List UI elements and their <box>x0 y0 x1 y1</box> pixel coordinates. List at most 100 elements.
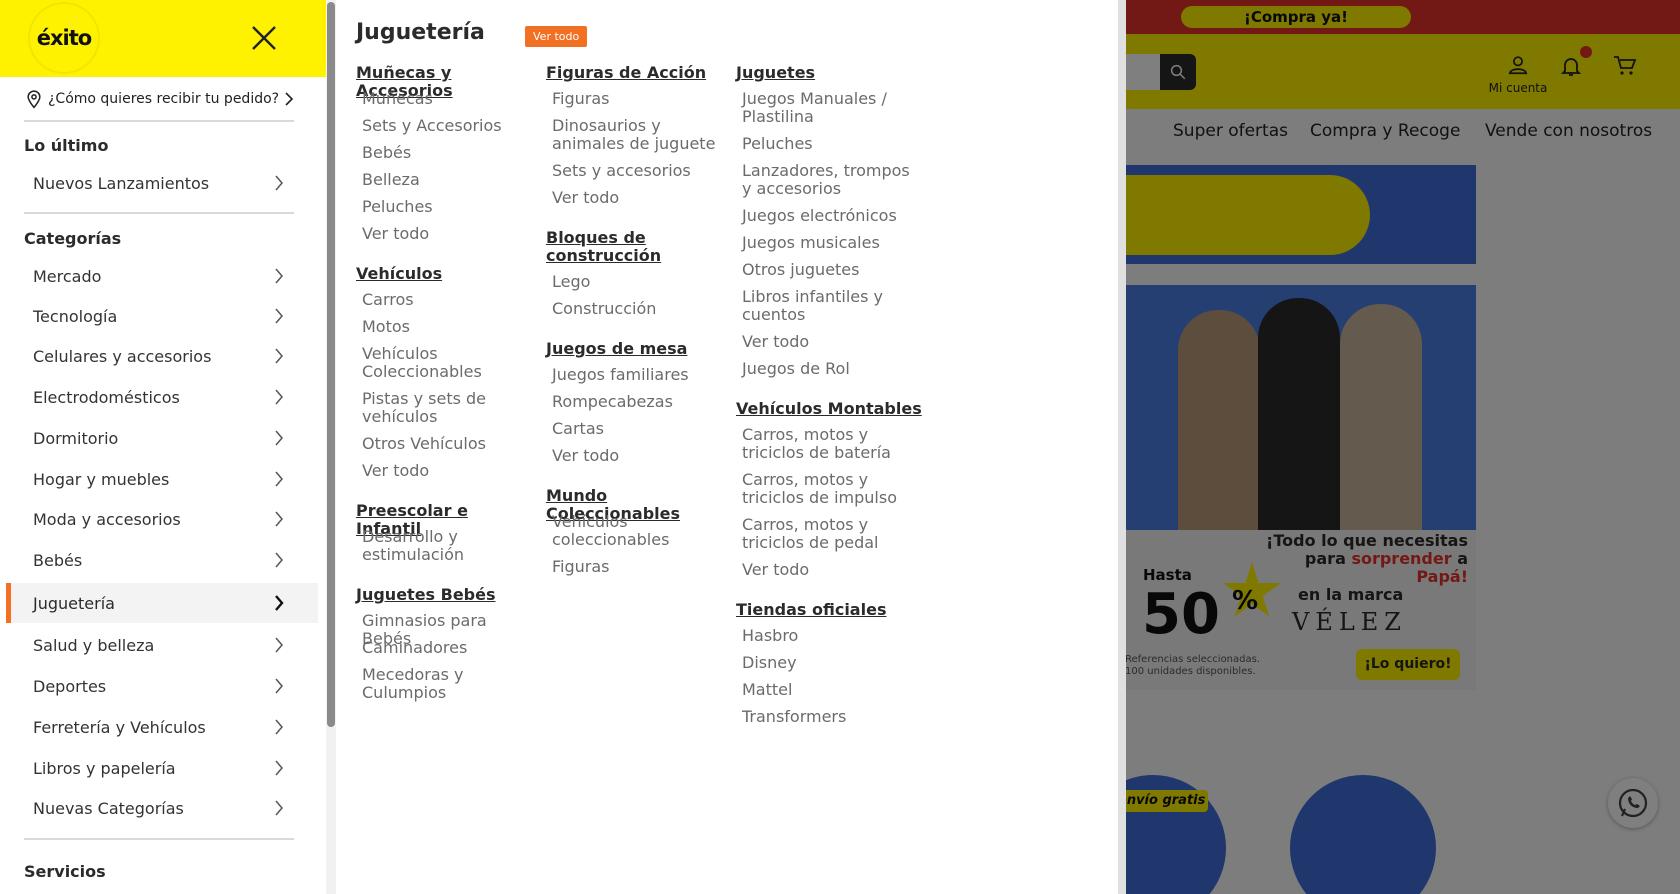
mega-subcategory-link[interactable]: Lanzadores, trompos y accesorios <box>742 162 911 198</box>
mega-subcategory-link[interactable]: Ver todo <box>362 225 531 243</box>
mega-subcategory-link[interactable]: Caminadores <box>362 639 531 657</box>
mega-subcategory-link[interactable]: Peluches <box>362 198 531 216</box>
mega-subcategory-link[interactable]: Juegos familiares <box>552 366 721 384</box>
sidebar-item-category[interactable]: Celulares y accesorios <box>6 336 318 376</box>
mega-subcategory-link[interactable]: Juegos de Rol <box>742 360 911 378</box>
sidebar-item-category[interactable]: Bebés <box>6 540 318 580</box>
sidebar-item-category[interactable]: Hogar y muebles <box>6 459 318 499</box>
mega-subcategory-link[interactable]: Cartas <box>552 420 721 438</box>
mega-subcategory-link[interactable]: Motos <box>362 318 531 336</box>
mega-subcategory-link[interactable]: Otros Vehículos <box>362 435 531 453</box>
mega-subcategory-link[interactable]: Peluches <box>742 135 911 153</box>
active-indicator <box>6 583 11 623</box>
mega-category-heading[interactable]: Vehículos <box>356 265 531 283</box>
chevron-right-icon <box>285 92 294 106</box>
mega-category-heading[interactable]: Figuras de Acción <box>546 64 721 82</box>
mega-subcategory-link[interactable]: Figuras <box>552 90 721 108</box>
sidebar-item-label: Deportes <box>33 676 107 696</box>
chevron-right-icon <box>275 760 283 776</box>
chevron-right-icon <box>275 511 283 527</box>
sidebar-item-category[interactable]: Salud y belleza <box>6 625 318 665</box>
section-title-categories: Categorías <box>24 229 122 248</box>
sidebar-item-category[interactable]: Electrodomésticos <box>6 377 318 417</box>
mega-subcategory-link[interactable]: Rompecabezas <box>552 393 721 411</box>
sidebar-item-label: Libros y papelería <box>33 758 176 778</box>
mega-subcategory-link[interactable]: Vehículos coleccionables <box>552 513 721 549</box>
sidebar-item-category[interactable]: Ferretería y Vehículos <box>6 707 318 747</box>
mega-subcategory-link[interactable]: Sets y accesorios <box>552 162 721 180</box>
sidebar-item-label: Hogar y muebles <box>33 469 170 489</box>
mega-category-heading[interactable]: Juguetes Bebés <box>356 586 531 604</box>
mega-subcategory-link[interactable]: Juegos Manuales / Plastilina <box>742 90 911 126</box>
mega-subcategory-link[interactable]: Carros, motos y triciclos de batería <box>742 426 911 462</box>
sidebar-item-label: Electrodomésticos <box>33 387 180 407</box>
mega-category-heading[interactable]: Bloques de construcción <box>546 229 721 265</box>
mega-subcategory-link[interactable]: Belleza <box>362 171 531 189</box>
mega-subcategory-link[interactable]: Ver todo <box>742 333 911 351</box>
mega-subcategory-link[interactable]: Dinosaurios y animales de juguete <box>552 117 721 153</box>
sidebar-item-label: Moda y accesorios <box>33 509 181 529</box>
mega-subcategory-link[interactable]: Ver todo <box>552 189 721 207</box>
chevron-right-icon <box>275 430 283 446</box>
chevron-right-icon <box>275 719 283 735</box>
mega-subcategory-link[interactable]: Sets y Accesorios <box>362 117 531 135</box>
sidebar-item-category[interactable]: Nuevas Categorías <box>6 788 318 828</box>
mega-subcategory-link[interactable]: Ver todo <box>552 447 721 465</box>
mega-subcategory-link[interactable]: Carros, motos y triciclos de pedal <box>742 516 911 552</box>
sidebar-item-nuevos-lanzamientos[interactable]: Nuevos Lanzamientos <box>6 163 318 203</box>
mega-category-heading[interactable]: Juguetes <box>736 64 926 82</box>
chevron-right-icon <box>275 175 283 191</box>
mega-subcategory-link[interactable]: Muñecas <box>362 90 531 108</box>
drawer-scrollbar-thumb[interactable] <box>327 2 335 727</box>
chevron-right-icon <box>275 637 283 653</box>
sidebar-item-category[interactable]: Libros y papelería <box>6 748 318 788</box>
mega-subcategory-link[interactable]: Figuras <box>552 558 721 576</box>
delivery-selector[interactable]: ¿Cómo quieres recibir tu pedido? <box>24 84 294 114</box>
mega-subcategory-link[interactable]: Otros juguetes <box>742 261 911 279</box>
mega-subcategory-link[interactable]: Pistas y sets de vehículos <box>362 390 531 426</box>
drawer-header: éxito <box>0 0 326 77</box>
mega-category-heading[interactable]: Tiendas oficiales <box>736 601 926 619</box>
mega-subcategory-link[interactable]: Carros, motos y triciclos de impulso <box>742 471 911 507</box>
exito-logo[interactable]: éxito <box>28 2 100 74</box>
mega-menu-title: Juguetería <box>356 20 485 45</box>
sidebar-item-category[interactable]: Mercado <box>6 256 318 296</box>
mega-category-heading[interactable]: Vehículos Montables <box>736 400 926 418</box>
mega-subcategory-link[interactable]: Desarrollo y estimulación <box>362 528 531 564</box>
mega-subcategory-link[interactable]: Juegos electrónicos <box>742 207 911 225</box>
chevron-right-icon <box>275 678 283 694</box>
mega-subcategory-link[interactable]: Disney <box>742 654 911 672</box>
sidebar-item-label: Salud y belleza <box>33 635 155 655</box>
mega-subcategory-link[interactable]: Mattel <box>742 681 911 699</box>
close-icon[interactable] <box>248 22 280 54</box>
mega-subcategory-link[interactable]: Libros infantiles y cuentos <box>742 288 911 324</box>
sidebar-item-category[interactable]: Tecnología <box>6 296 318 336</box>
sidebar-item-label: Bebés <box>33 550 83 570</box>
sidebar-item-category[interactable]: Dormitorio <box>6 418 318 458</box>
sidebar-item-label: Ferretería y Vehículos <box>33 717 206 737</box>
mega-subcategory-link[interactable]: Ver todo <box>362 462 531 480</box>
mega-subcategory-link[interactable]: Lego <box>552 273 721 291</box>
section-title-services: Servicios <box>24 862 106 881</box>
mega-category-heading[interactable]: Juegos de mesa <box>546 340 721 358</box>
mega-subcategory-link[interactable]: Construcción <box>552 300 721 318</box>
divider <box>24 212 294 214</box>
ver-todo-button[interactable]: Ver todo <box>525 26 588 47</box>
mega-subcategory-link[interactable]: Carros <box>362 291 531 309</box>
mega-subcategory-link[interactable]: Mecedoras y Culumpios <box>362 666 531 702</box>
chevron-right-icon <box>275 595 284 611</box>
mega-menu-scrollbar[interactable] <box>1118 0 1126 894</box>
mega-subcategory-link[interactable]: Juegos musicales <box>742 234 911 252</box>
sidebar-item-label: Juguetería <box>33 593 115 613</box>
sidebar-item-category[interactable]: Deportes <box>6 666 318 706</box>
mega-subcategory-link[interactable]: Bebés <box>362 144 531 162</box>
mega-subcategory-link[interactable]: Vehículos Coleccionables <box>362 345 531 381</box>
section-title-latest: Lo último <box>24 136 109 155</box>
menu-drawer: éxito ¿Cómo quieres recibir tu pedido? L… <box>0 0 326 894</box>
mega-subcategory-link[interactable]: Hasbro <box>742 627 911 645</box>
mega-subcategory-link[interactable]: Transformers <box>742 708 911 726</box>
sidebar-item-category[interactable]: Moda y accesorios <box>6 499 318 539</box>
chevron-right-icon <box>275 552 283 568</box>
sidebar-item-category[interactable]: Juguetería <box>6 583 318 623</box>
mega-subcategory-link[interactable]: Ver todo <box>742 561 911 579</box>
